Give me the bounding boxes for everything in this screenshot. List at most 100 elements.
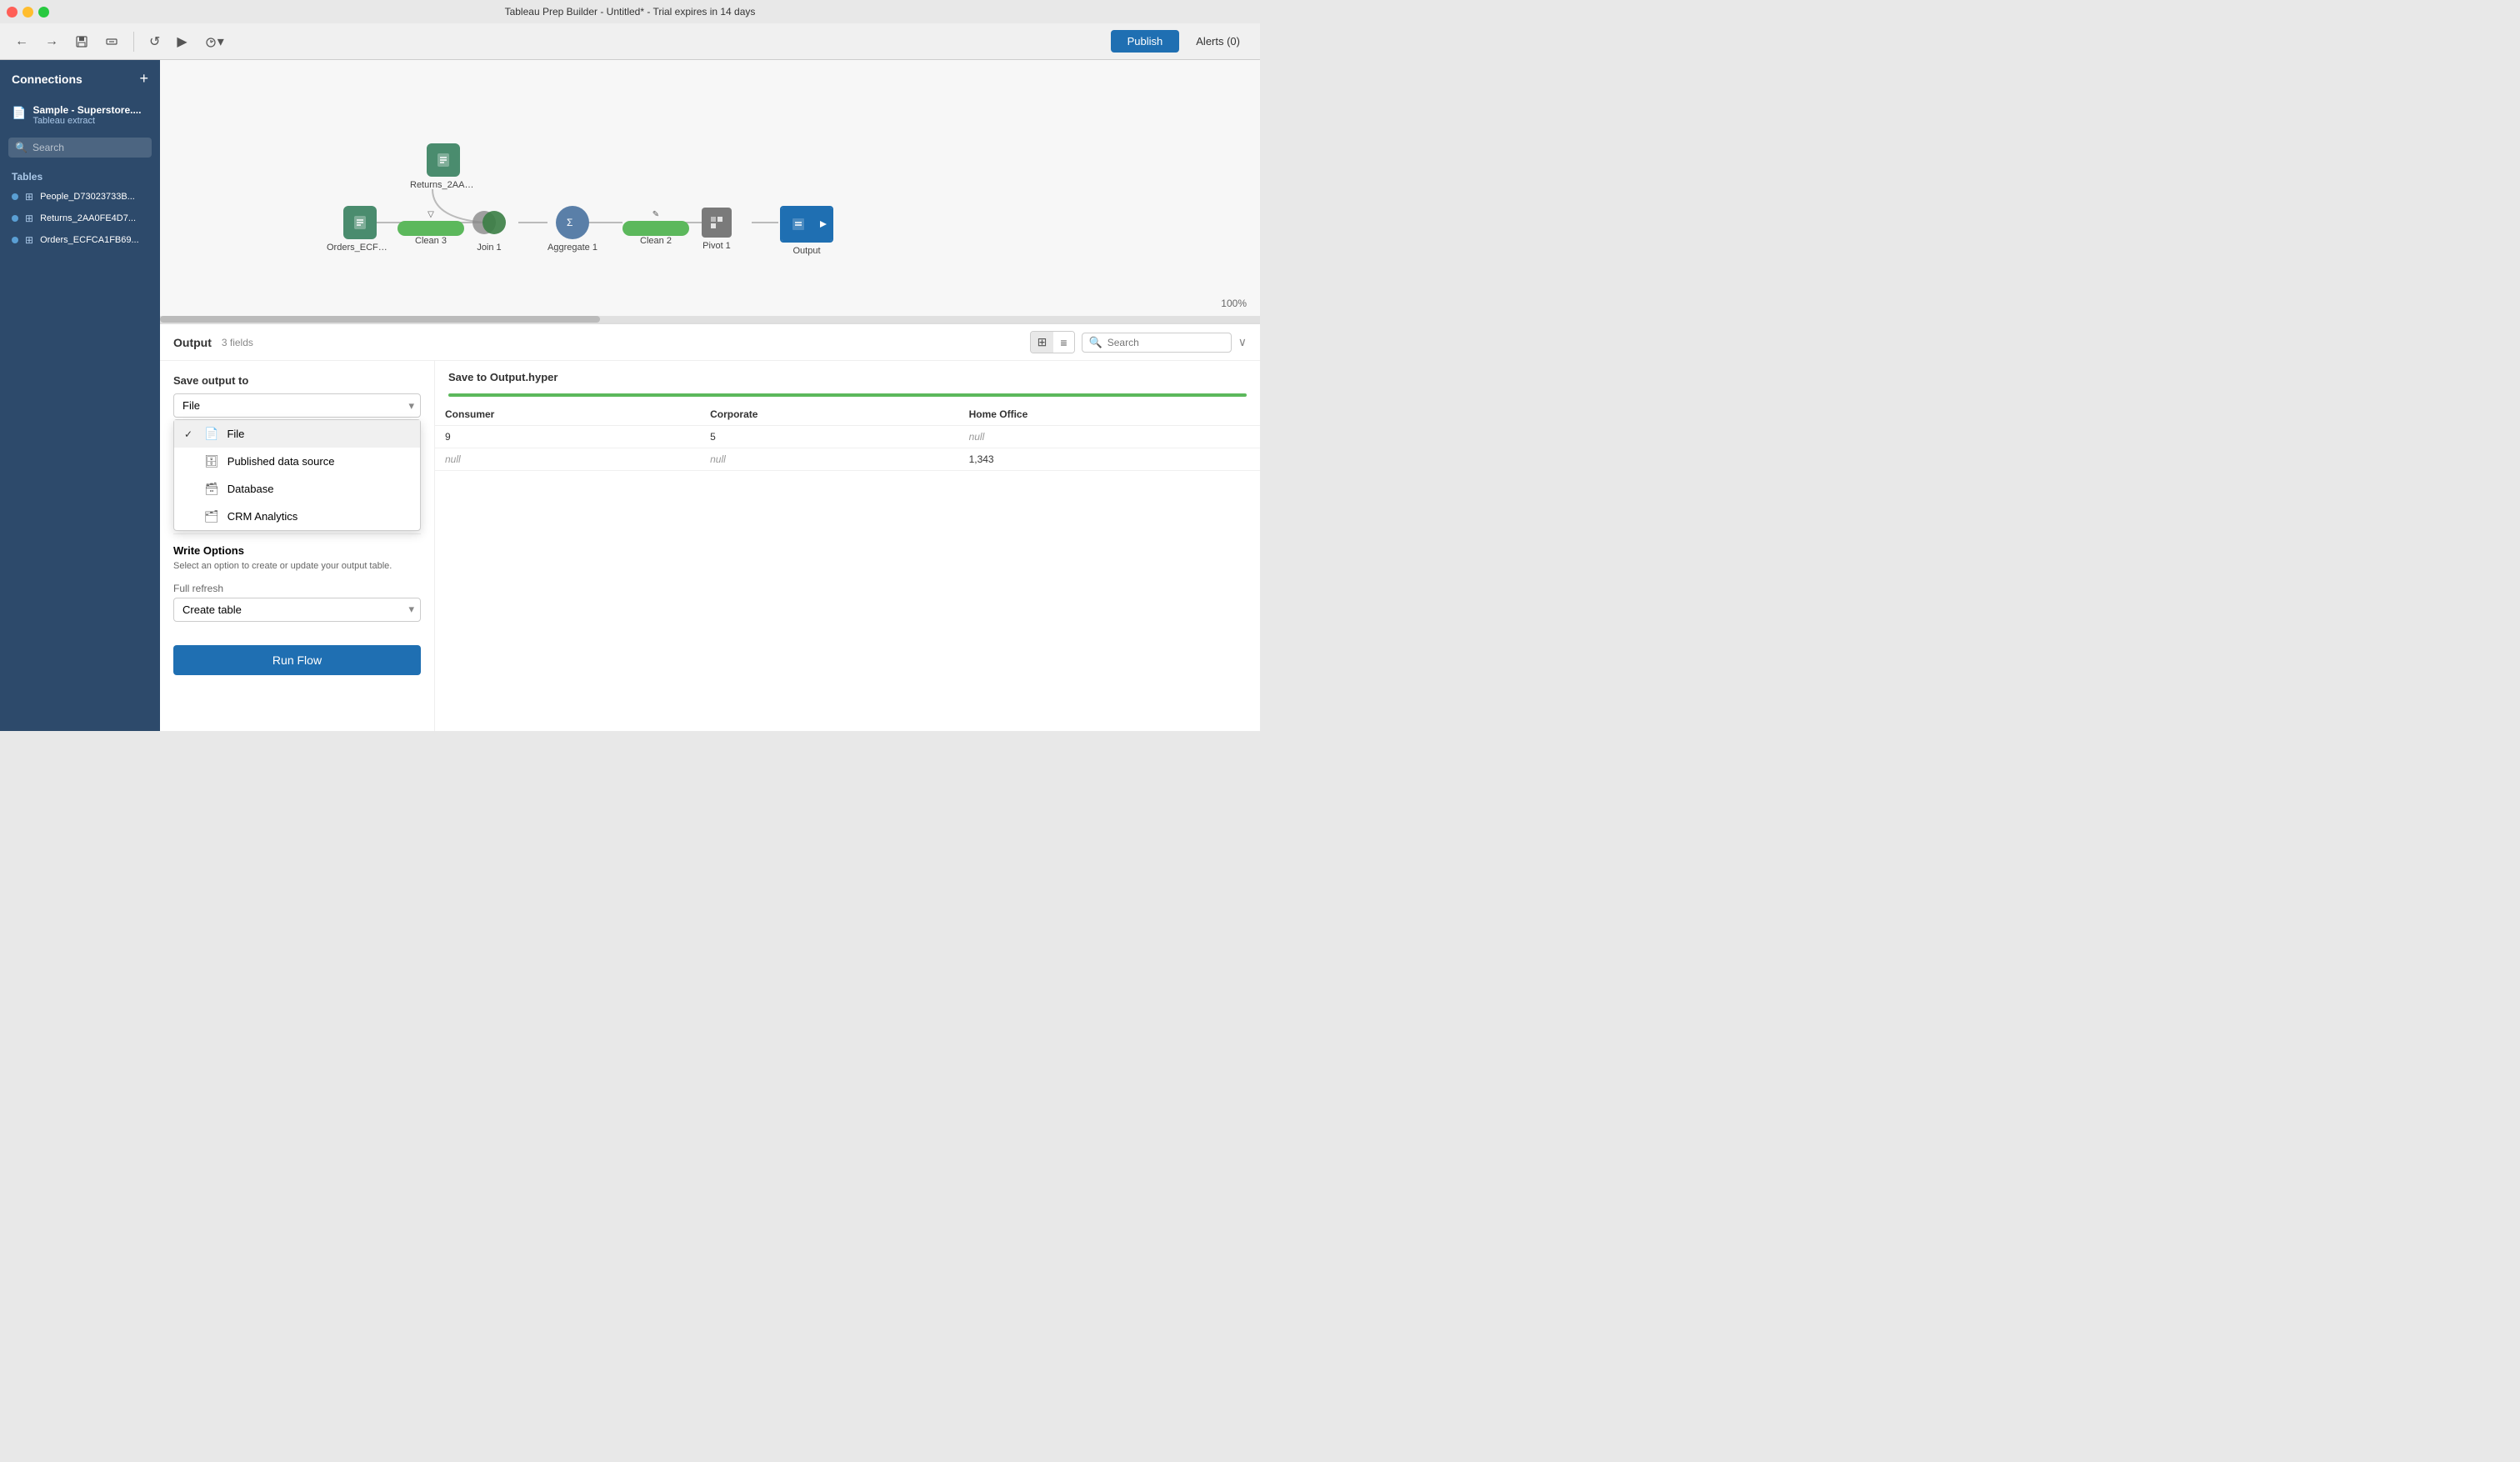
search-icon: 🔍 — [15, 142, 28, 153]
panel-search[interactable]: 🔍 — [1082, 333, 1232, 353]
node-shape-aggregate1: Σ — [556, 206, 589, 239]
node-shape-join1 — [472, 206, 506, 239]
search-box[interactable]: 🔍 — [8, 138, 152, 158]
database-icon: 🗃 — [204, 482, 219, 496]
dropdown-published-label: Published data source — [228, 455, 335, 468]
dropdown-item-crm[interactable]: 🗂 CRM Analytics — [174, 503, 420, 530]
preview-header: Save to Output.hyper — [435, 361, 1260, 393]
node-shape-output — [780, 206, 833, 243]
output-icon — [782, 208, 815, 241]
toolbar-separator — [133, 32, 134, 52]
zoom-indicator: 100% — [1221, 298, 1247, 309]
panel-subtitle: 3 fields — [222, 337, 253, 348]
save-output-label: Save output to — [173, 374, 421, 387]
sidebar: Connections + 📄 Sample - Superstore.... … — [0, 60, 160, 731]
node-aggregate1[interactable]: Σ Aggregate 1 — [548, 206, 598, 253]
file-icon: 📄 — [204, 427, 218, 441]
add-connection-button[interactable]: + — [139, 70, 148, 88]
node-shape-returns — [427, 143, 460, 177]
node-output[interactable]: Output — [780, 206, 833, 256]
panel-title: Output — [173, 336, 212, 349]
section-divider — [173, 533, 421, 534]
search-input[interactable] — [32, 142, 145, 153]
dropdown-item-database[interactable]: 🗃 Database — [174, 475, 420, 503]
scrollbar-thumb[interactable] — [160, 316, 600, 323]
write-options-desc: Select an option to create or update you… — [173, 560, 421, 573]
add-step-button[interactable] — [100, 32, 123, 52]
preview-green-bar — [448, 393, 1247, 397]
sidebar-header: Connections + — [0, 60, 160, 98]
node-clean3[interactable]: ▽ Clean 3 — [398, 210, 464, 246]
bottom-panel: Output 3 fields ⊞ ≡ 🔍 ∨ Sav — [160, 323, 1260, 731]
cell-consumer-2: null — [435, 448, 700, 471]
table-item-orders[interactable]: ⊞ Orders_ECFCA1FB69... — [0, 229, 160, 251]
dropdown-file-label: File — [227, 428, 244, 440]
minimize-button[interactable] — [22, 7, 33, 18]
dropdown-database-label: Database — [228, 483, 274, 495]
node-orders[interactable]: Orders_ECFCA... — [327, 206, 393, 253]
cell-home-1: null — [959, 426, 1260, 448]
title-bar: Tableau Prep Builder - Untitled* - Trial… — [0, 0, 1260, 23]
node-pivot1[interactable]: Pivot 1 — [702, 208, 732, 251]
save-output-select[interactable]: File — [173, 393, 421, 418]
table-row: null null 1,343 — [435, 448, 1260, 471]
pivot-icon — [702, 208, 732, 238]
back-button[interactable]: ← — [10, 31, 33, 53]
flow-connectors — [160, 60, 1260, 316]
flow-canvas[interactable]: Returns_2AA0... Orders_ECFCA... ▽ Clean … — [160, 60, 1260, 316]
table-icon: ⊞ — [25, 213, 33, 224]
col-consumer: Consumer — [435, 403, 700, 426]
table-row: 9 5 null — [435, 426, 1260, 448]
maximize-button[interactable] — [38, 7, 49, 18]
close-button[interactable] — [7, 7, 18, 18]
cell-consumer-1: 9 — [435, 426, 700, 448]
node-label-join1: Join 1 — [477, 243, 501, 253]
node-join1[interactable]: Join 1 — [472, 206, 506, 253]
node-label-output: Output — [792, 246, 820, 256]
connection-type: Tableau extract — [32, 116, 141, 126]
expand-button[interactable]: ∨ — [1238, 335, 1247, 349]
table-item-returns[interactable]: ⊞ Returns_2AA0FE4D7... — [0, 208, 160, 229]
table-item-people[interactable]: ⊞ People_D73023733B... — [0, 186, 160, 208]
canvas-scrollbar[interactable] — [160, 316, 1260, 323]
save-button[interactable] — [70, 32, 93, 52]
run-button[interactable]: ▶ — [172, 30, 192, 53]
table-icon: ⊞ — [25, 234, 33, 246]
node-returns[interactable]: Returns_2AA0... — [410, 143, 477, 190]
refresh-button[interactable]: ↺ — [144, 30, 165, 53]
table-dot — [12, 193, 18, 200]
table-name: Orders_ECFCA1FB69... — [40, 235, 139, 245]
schedule-button[interactable]: ▾ — [199, 30, 229, 53]
dropdown-item-file[interactable]: ✓ 📄 File — [174, 420, 420, 448]
connection-item[interactable]: 📄 Sample - Superstore.... Tableau extrac… — [0, 98, 160, 133]
node-shape-pivot1 — [702, 208, 732, 238]
create-table-select[interactable]: Create table — [173, 598, 421, 622]
run-flow-button[interactable]: Run Flow — [173, 645, 421, 675]
publish-button[interactable]: Publish — [1111, 30, 1180, 53]
view-grid-button[interactable]: ⊞ — [1031, 332, 1054, 353]
connections-label: Connections — [12, 73, 82, 86]
view-toggle: ⊞ ≡ — [1030, 331, 1075, 353]
node-label-aggregate1: Aggregate 1 — [548, 243, 598, 253]
toolbar: ← → ↺ ▶ ▾ Publish Alerts (0) — [0, 23, 1260, 60]
panel-toolbar-right: ⊞ ≡ 🔍 ∨ — [1030, 331, 1247, 353]
create-table-wrapper: Create table ▾ — [173, 598, 421, 622]
node-label-returns: Returns_2AA0... — [410, 180, 477, 190]
connection-info: Sample - Superstore.... Tableau extract — [32, 104, 141, 126]
canvas-area: Returns_2AA0... Orders_ECFCA... ▽ Clean … — [160, 60, 1260, 731]
clean-bar-2 — [622, 221, 689, 236]
forward-button[interactable]: → — [40, 31, 63, 53]
node-clean2[interactable]: ✎ Clean 2 — [622, 210, 689, 246]
data-preview: Save to Output.hyper Consumer Corporate … — [435, 361, 1260, 731]
traffic-lights — [7, 7, 49, 18]
crm-icon: 🗂 — [204, 509, 219, 523]
node-label-orders: Orders_ECFCA... — [327, 243, 393, 253]
alerts-button[interactable]: Alerts (0) — [1186, 30, 1250, 53]
dropdown-item-published[interactable]: 🗄 Published data source — [174, 448, 420, 475]
table-name: Returns_2AA0FE4D7... — [40, 213, 136, 223]
view-list-button[interactable]: ≡ — [1053, 332, 1073, 353]
panel-search-input[interactable] — [1108, 337, 1224, 348]
join-icon — [472, 206, 506, 239]
connection-icon: 📄 — [12, 106, 26, 120]
panel-content: Save output to File ▾ ✓ 📄 File — [160, 361, 1260, 731]
